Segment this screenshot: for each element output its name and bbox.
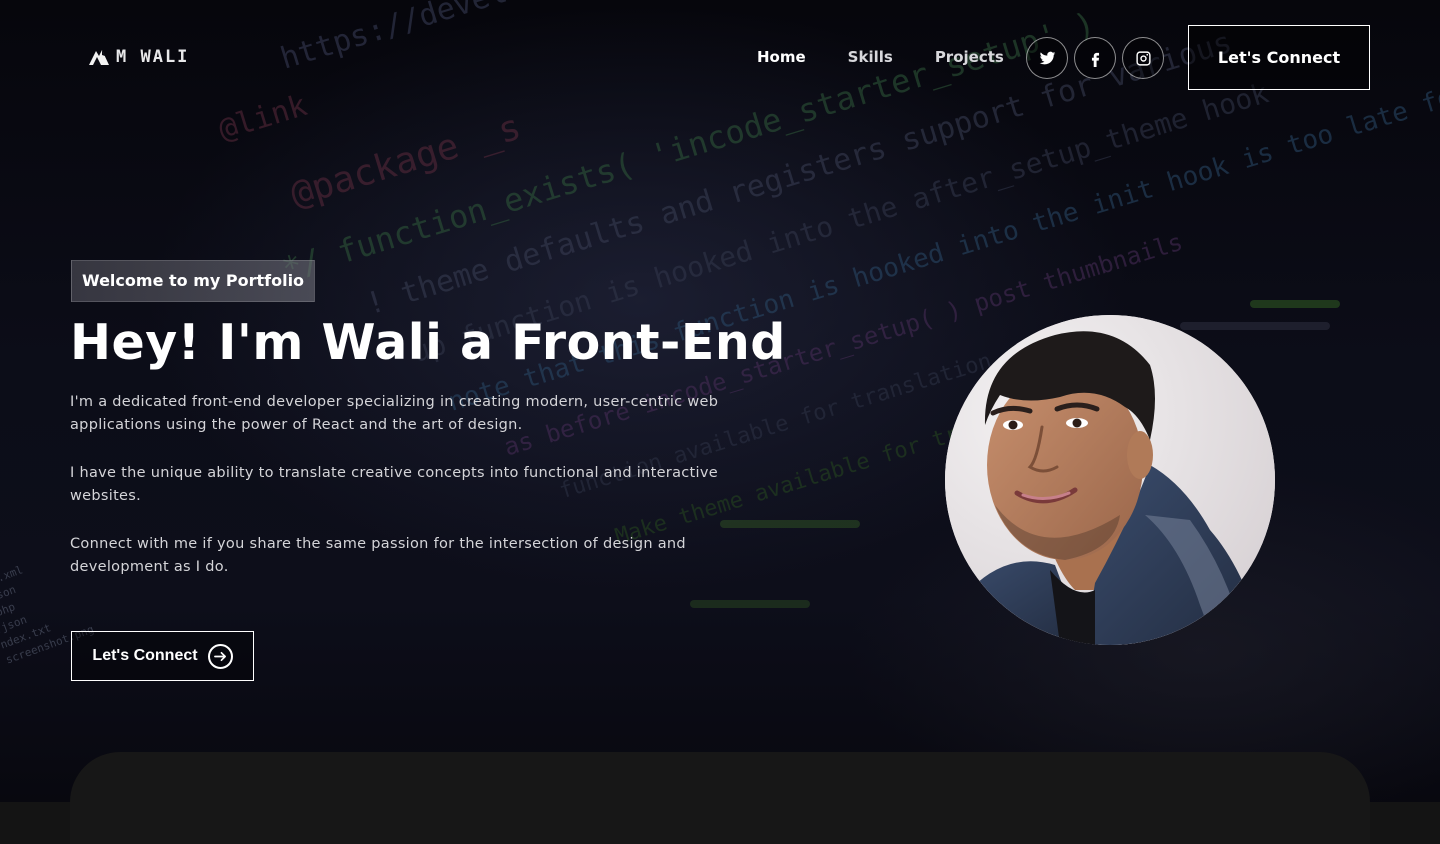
nav-links: Home Skills Projects: [757, 48, 1004, 66]
logo-text: M WALI: [116, 47, 190, 67]
navbar: M WALI Home Skills Projects Let's Connec…: [0, 0, 1440, 116]
lets-connect-nav-button[interactable]: Let's Connect: [1188, 25, 1370, 90]
hero-paragraph: Connect with me if you share the same pa…: [70, 536, 686, 575]
avatar: [945, 315, 1275, 645]
welcome-tagline: Welcome to my Portfolio: [71, 260, 316, 302]
twitter-icon: [1039, 51, 1055, 64]
lets-connect-hero-button[interactable]: Let's Connect: [71, 631, 254, 681]
code-highlight: [720, 520, 860, 528]
hero-paragraph: I have the unique ability to translate c…: [70, 465, 718, 504]
code-highlight: [1250, 300, 1340, 308]
code-highlight: [1180, 322, 1330, 330]
nav-skills[interactable]: Skills: [848, 48, 893, 66]
nav-home[interactable]: Home: [757, 48, 806, 66]
hero-paragraph: I'm a dedicated front-end developer spec…: [70, 394, 719, 433]
nav-projects[interactable]: Projects: [935, 48, 1004, 66]
code-highlight: [690, 600, 810, 608]
arrow-right-icon: [213, 651, 226, 661]
facebook-button[interactable]: [1074, 37, 1116, 79]
hero-title: Hey! I'm Wali a Front-End: [70, 314, 786, 371]
facebook-icon: [1091, 52, 1099, 67]
logo-link[interactable]: M WALI: [88, 46, 189, 68]
arrow-right-circle-icon: [207, 643, 233, 669]
twitter-button[interactable]: [1026, 37, 1068, 79]
lets-connect-label: Let's Connect: [92, 647, 198, 664]
instagram-icon: [1135, 50, 1151, 66]
profile-photo: [945, 315, 1275, 645]
instagram-button[interactable]: [1122, 37, 1164, 79]
skills-card: [70, 752, 1370, 844]
mountain-logo-icon: [89, 50, 109, 65]
social-links: [1026, 37, 1164, 79]
